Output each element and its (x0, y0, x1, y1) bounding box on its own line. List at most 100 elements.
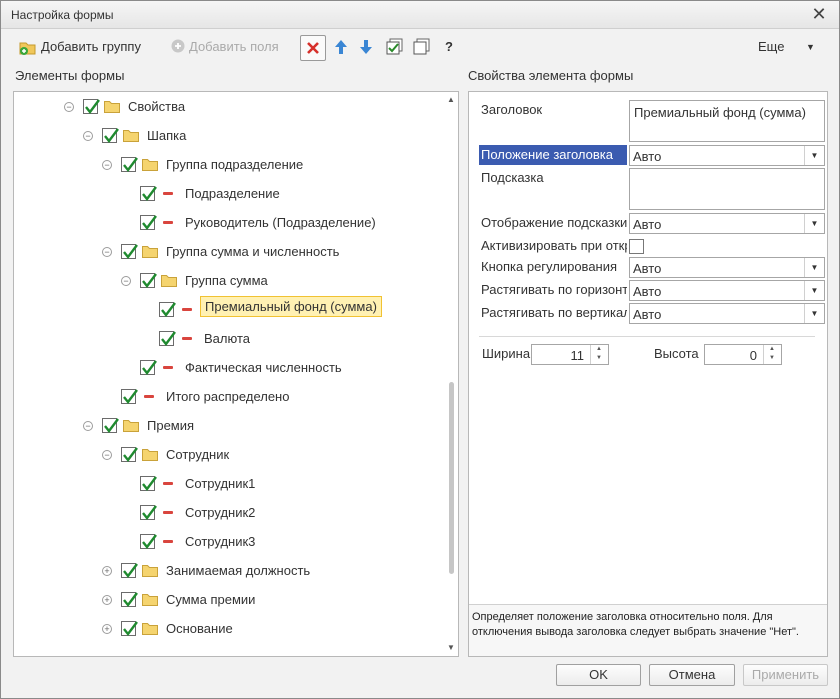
tooltip-input[interactable] (629, 168, 825, 210)
tree-row[interactable]: Валюта (14, 329, 444, 351)
uncheck-all-icon[interactable] (413, 38, 433, 58)
tree-item-label[interactable]: Руководитель (Подразделение) (185, 215, 376, 230)
add-group-icon[interactable] (19, 38, 39, 58)
tree-item-label[interactable]: Свойства (128, 99, 185, 114)
scroll-thumb[interactable] (449, 382, 454, 574)
tree-row[interactable]: Премиальный фонд (сумма) (14, 296, 444, 322)
tree-row[interactable]: + Сумма премии (14, 590, 444, 612)
expand-icon[interactable]: + (102, 566, 112, 576)
spin-up-icon[interactable]: ▲ (596, 346, 602, 352)
scroll-up-icon[interactable]: ▲ (447, 95, 455, 104)
tree-checkbox[interactable] (140, 505, 157, 520)
stretch-vertical-select[interactable]: Авто ▼ (629, 303, 825, 324)
tree-item-label[interactable]: Группа сумма (185, 273, 268, 288)
tree-checkbox[interactable] (140, 215, 157, 230)
tree-checkbox[interactable] (140, 476, 157, 491)
tree-item-label[interactable]: Основание (166, 621, 233, 636)
header-input[interactable]: Премиальный фонд (сумма) (629, 100, 825, 142)
tree-row[interactable]: Сотрудник2 (14, 503, 444, 525)
tree-checkbox[interactable] (140, 360, 157, 375)
tree-row[interactable]: − Сотрудник (14, 445, 444, 467)
activate-checkbox[interactable] (629, 239, 644, 254)
check-all-icon[interactable] (386, 38, 406, 58)
tree-item-label[interactable]: Подразделение (185, 186, 280, 201)
tree-item-label[interactable]: Занимаемая должность (166, 563, 310, 578)
tree-row[interactable]: + Занимаемая должность (14, 561, 444, 583)
tree-checkbox[interactable] (102, 128, 119, 143)
help-icon[interactable]: ? (445, 39, 453, 54)
tree-checkbox[interactable] (121, 447, 138, 462)
tree-row[interactable]: − Свойства (14, 97, 444, 119)
tree-item-label[interactable]: Сотрудник3 (185, 534, 255, 549)
tree-checkbox[interactable] (140, 273, 157, 288)
tree-row[interactable]: Руководитель (Подразделение) (14, 213, 444, 235)
prop-label[interactable]: Положение заголовка (479, 145, 627, 165)
chevron-down-icon[interactable]: ▼ (804, 304, 824, 323)
tree-checkbox[interactable] (121, 563, 138, 578)
chevron-down-icon[interactable]: ▼ (806, 42, 815, 52)
collapse-icon[interactable]: − (64, 102, 74, 112)
tree-checkbox[interactable] (140, 534, 157, 549)
form-elements-tree[interactable]: ▲ ▼ − Свойства − Шапка − Группа подразделение… (13, 91, 459, 657)
stretch-horizontal-select[interactable]: Авто ▼ (629, 280, 825, 301)
tree-checkbox[interactable] (83, 99, 100, 114)
spin-up-icon[interactable]: ▲ (769, 346, 775, 352)
ok-button[interactable]: OK (556, 664, 641, 686)
tree-checkbox[interactable] (102, 418, 119, 433)
add-group-button[interactable]: Добавить группу (41, 39, 141, 54)
spin-down-icon[interactable]: ▼ (596, 355, 602, 361)
tree-item-label[interactable]: Валюта (204, 331, 250, 346)
tree-row[interactable]: Сотрудник1 (14, 474, 444, 496)
chevron-down-icon[interactable]: ▼ (804, 281, 824, 300)
move-up-icon[interactable] (333, 38, 353, 58)
tree-checkbox[interactable] (159, 302, 176, 317)
tree-checkbox[interactable] (121, 389, 138, 404)
collapse-icon[interactable]: − (102, 247, 112, 257)
tree-item-label[interactable]: Премия (147, 418, 194, 433)
spin-down-icon[interactable]: ▼ (769, 355, 775, 361)
chevron-down-icon[interactable]: ▼ (804, 214, 824, 233)
close-icon[interactable]: ✕ (809, 4, 829, 24)
tree-item-label[interactable]: Шапка (147, 128, 186, 143)
tree-item-label[interactable]: Фактическая численность (185, 360, 342, 375)
tree-row[interactable]: − Группа подразделение (14, 155, 444, 177)
title-position-select[interactable]: Авто ▼ (629, 145, 825, 166)
scroll-down-icon[interactable]: ▼ (447, 643, 455, 652)
more-button[interactable]: Еще (758, 39, 784, 54)
tree-row[interactable]: − Группа сумма (14, 271, 444, 293)
move-down-icon[interactable] (358, 38, 378, 58)
tree-item-label[interactable]: Сотрудник (166, 447, 229, 462)
tree-item-label[interactable]: Итого распределено (166, 389, 289, 404)
adjust-button-select[interactable]: Авто ▼ (629, 257, 825, 278)
tooltip-display-select[interactable]: Авто ▼ (629, 213, 825, 234)
collapse-icon[interactable]: − (121, 276, 131, 286)
collapse-icon[interactable]: − (102, 450, 112, 460)
tree-row[interactable]: − Премия (14, 416, 444, 438)
collapse-icon[interactable]: − (83, 421, 93, 431)
collapse-icon[interactable]: − (102, 160, 112, 170)
tree-row[interactable]: Итого распределено (14, 387, 444, 409)
tree-checkbox[interactable] (140, 186, 157, 201)
tree-checkbox[interactable] (121, 157, 138, 172)
height-spinner[interactable]: 0 ▲ ▼ (704, 344, 782, 365)
tree-checkbox[interactable] (121, 244, 138, 259)
tree-row[interactable]: Сотрудник3 (14, 532, 444, 554)
tree-row[interactable]: Фактическая численность (14, 358, 444, 380)
tree-item-label[interactable]: Сотрудник1 (185, 476, 255, 491)
cancel-button[interactable]: Отмена (649, 664, 735, 686)
tree-checkbox[interactable] (159, 331, 176, 346)
tree-checkbox[interactable] (121, 592, 138, 607)
tree-row[interactable]: − Группа сумма и численность (14, 242, 444, 264)
collapse-icon[interactable]: − (83, 131, 93, 141)
spinner-buttons[interactable]: ▲ ▼ (763, 345, 781, 364)
spinner-buttons[interactable]: ▲ ▼ (590, 345, 608, 364)
tree-checkbox[interactable] (121, 621, 138, 636)
tree-item-label-selected[interactable]: Премиальный фонд (сумма) (200, 296, 382, 317)
tree-item-label[interactable]: Группа подразделение (166, 157, 303, 172)
tree-item-label[interactable]: Сотрудник2 (185, 505, 255, 520)
tree-scrollbar[interactable]: ▲ ▼ (444, 92, 458, 656)
tree-row[interactable]: − Шапка (14, 126, 444, 148)
tree-item-label[interactable]: Группа сумма и численность (166, 244, 339, 259)
tree-row[interactable]: + Основание (14, 619, 444, 641)
width-spinner[interactable]: 11 ▲ ▼ (531, 344, 609, 365)
